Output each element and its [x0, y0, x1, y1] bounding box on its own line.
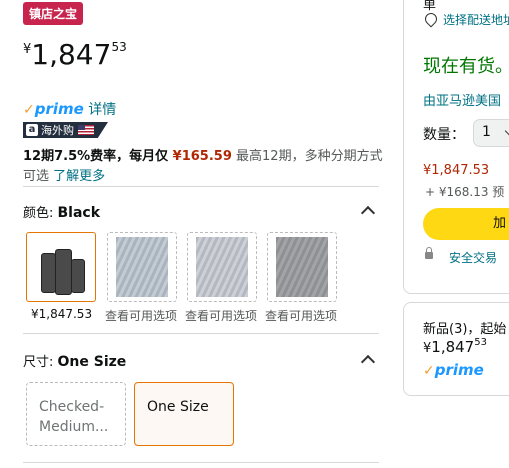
offers-price-fraction: 53 — [474, 337, 487, 348]
overseas-label: 海外购 — [41, 124, 74, 137]
installment-rate: 12期7.5%费率，每月仅 — [23, 149, 173, 164]
buybox-import-fee: + ¥168.13 预 — [425, 185, 505, 199]
color-value: Black — [57, 205, 101, 221]
overseas-badge: a 海外购 — [23, 122, 108, 138]
divider — [23, 333, 379, 334]
buy-box-column: 单 选择配送地址 现在有货。 由亚马逊美国 数量： 1 ¥1,847.53 + … — [403, 0, 509, 468]
price-whole: 1,847 — [31, 38, 112, 71]
offers-prime-logo: ✓prime — [423, 360, 484, 379]
color-swatch-option[interactable] — [187, 232, 257, 302]
amazon-logo-icon: a — [26, 124, 38, 136]
prime-row: ✓prime 详情 — [23, 99, 116, 119]
swatch-see-options[interactable]: 查看可用选项 — [105, 307, 177, 324]
luggage-large-shape — [41, 253, 56, 293]
buybox-top-text: 单 — [423, 0, 437, 13]
divider — [23, 462, 379, 463]
prime-word: prime — [434, 361, 484, 379]
lock-icon — [425, 247, 433, 259]
size-label: 尺寸: One Size — [23, 351, 126, 370]
in-stock-status: 现在有货。 — [423, 56, 509, 77]
swatch-image — [276, 237, 328, 297]
delivery-address-link[interactable]: 选择配送地址 — [443, 11, 509, 28]
luggage-small-shape — [71, 259, 85, 293]
color-label-text: 颜色: — [23, 206, 58, 221]
quantity-label: 数量： — [423, 127, 465, 143]
size-label-text: 尺寸: — [23, 355, 58, 370]
color-collapse-chevron-icon[interactable] — [360, 205, 376, 221]
us-flag-icon — [78, 125, 94, 135]
prime-logo: prime — [34, 100, 84, 118]
luggage-image — [35, 237, 87, 297]
new-offers-label[interactable]: 新品(3)，起始 — [423, 318, 506, 337]
prime-check-icon: ✓ — [23, 102, 35, 118]
color-swatch-black[interactable] — [26, 232, 96, 302]
product-price: ¥1,84753 — [23, 38, 127, 71]
deal-badge: 镇店之宝 — [23, 2, 84, 25]
swatch-see-options[interactable]: 查看可用选项 — [265, 307, 337, 324]
prime-details-link[interactable]: 详情 — [88, 102, 116, 118]
add-to-cart-button[interactable]: 加 — [423, 208, 509, 240]
swatch-price: ¥1,847.53 — [31, 307, 93, 321]
offers-price: ¥1,84753 — [423, 337, 487, 356]
swatch-see-options[interactable]: 查看可用选项 — [185, 307, 257, 324]
buybox-price: ¥1,847.53 — [423, 163, 490, 178]
offers-price-whole: 1,847 — [431, 338, 475, 356]
color-swatch-option[interactable] — [107, 232, 177, 302]
color-swatch-option[interactable] — [267, 232, 337, 302]
price-currency: ¥ — [23, 42, 32, 57]
color-label: 颜色: Black — [23, 202, 100, 221]
installment-info: 12期7.5%费率，每月仅 ¥165.59 最高12期，多种分期方式可选 了解更… — [23, 147, 383, 187]
installment-learn-more-link[interactable]: 了解更多 — [53, 169, 105, 184]
size-value: One Size — [57, 354, 127, 370]
quantity-select[interactable]: 1 — [473, 119, 509, 147]
secure-transaction-link[interactable]: 安全交易 — [449, 249, 497, 266]
price-fraction: 53 — [111, 40, 127, 54]
installment-monthly: ¥165.59 — [172, 149, 232, 164]
quantity-value: 1 — [482, 124, 491, 140]
divider — [23, 186, 379, 187]
size-option-one-size[interactable]: One Size — [134, 382, 234, 446]
size-collapse-chevron-icon[interactable] — [360, 354, 376, 370]
swatch-image — [116, 237, 168, 297]
swatch-image — [196, 237, 248, 297]
add-to-cart-label: 加 — [493, 216, 507, 231]
product-details-column: 镇店之宝 ¥1,84753 ✓prime 详情 a 海外购 12期7.5%费率，… — [0, 0, 395, 468]
size-option-checked-medium[interactable]: Checked-Medium... — [26, 382, 126, 446]
luggage-medium-shape — [55, 249, 72, 295]
seller-link[interactable]: 由亚马逊美国 — [423, 90, 501, 109]
prime-check-icon: ✓ — [423, 363, 435, 379]
chevron-down-icon — [504, 126, 509, 136]
